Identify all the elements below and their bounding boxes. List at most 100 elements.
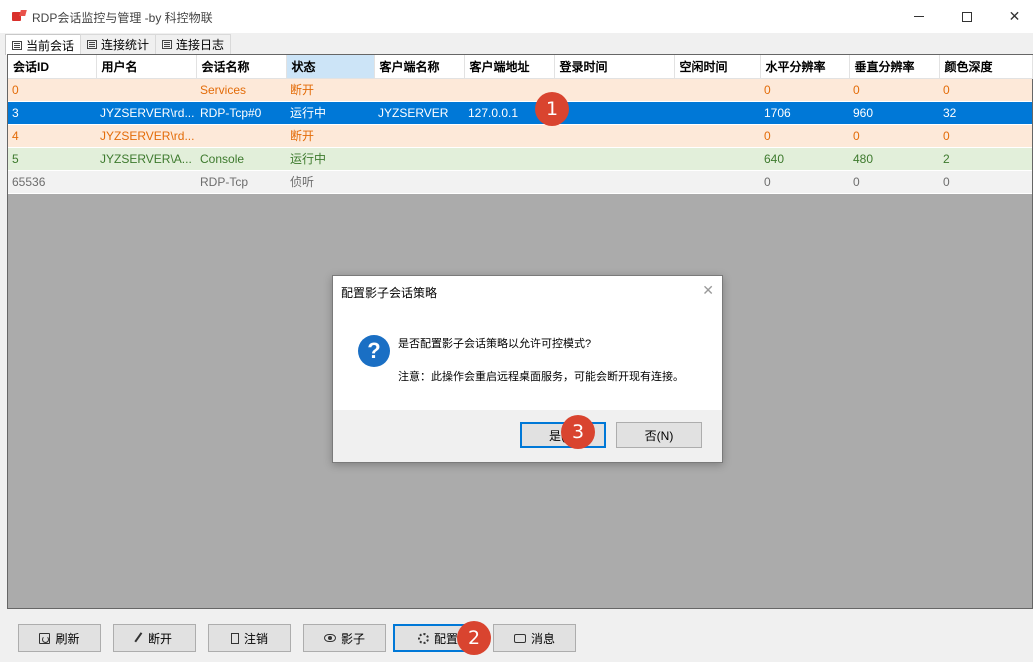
- log-icon: [162, 40, 173, 49]
- tab-label: 连接日志: [176, 38, 225, 52]
- table-cell: 3: [8, 101, 96, 125]
- table-cell: [554, 101, 674, 125]
- minimize-button[interactable]: [896, 0, 941, 33]
- table-row[interactable]: 65536 RDP-Tcp 侦听 0 0 0: [8, 170, 1032, 194]
- table-cell: 运行中: [286, 147, 374, 171]
- message-icon: [513, 633, 526, 643]
- column-header[interactable]: 客户端名称: [374, 55, 465, 79]
- table-row[interactable]: 5 JYZSERVER\A... Console 运行中 640 480 2: [8, 147, 1032, 171]
- app-logo-icon: [12, 10, 27, 21]
- column-header[interactable]: 客户端地址: [464, 55, 555, 79]
- shadow-label: 影子: [340, 631, 365, 646]
- maximize-icon: [961, 11, 972, 22]
- table-cell: 0: [939, 124, 1032, 148]
- table-cell: 侦听: [286, 170, 374, 194]
- question-icon: ?: [358, 335, 390, 367]
- table-cell: JYZSERVER\rd...: [96, 124, 196, 148]
- tab-label: 连接统计: [101, 38, 150, 52]
- table-cell: 0: [8, 78, 96, 102]
- table-cell: JYZSERVER\rd...: [96, 101, 196, 125]
- table-cell: [96, 78, 196, 102]
- step-badge-1: 1: [535, 92, 569, 126]
- gear-icon: [417, 632, 429, 644]
- refresh-button[interactable]: 刷新: [18, 624, 101, 652]
- table-cell: 断开: [286, 124, 374, 148]
- column-header[interactable]: 会话名称: [196, 55, 287, 79]
- no-button[interactable]: 否(N): [616, 422, 702, 448]
- table-cell: [674, 147, 760, 171]
- shadow-button[interactable]: 影子: [303, 624, 386, 652]
- table-cell: [554, 78, 674, 102]
- column-header[interactable]: 空闲时间: [674, 55, 761, 79]
- tab-label: 当前会话: [26, 38, 75, 53]
- table-cell: 0: [760, 170, 849, 194]
- session-icon: [12, 40, 22, 50]
- table-cell: 0: [760, 124, 849, 148]
- table-cell: [374, 147, 464, 171]
- table-row[interactable]: 4 JYZSERVER\rd... 断开 0 0 0: [8, 124, 1032, 148]
- table-cell: [554, 147, 674, 171]
- tab-strip: 当前会话 连接统计 连接日志: [5, 34, 232, 55]
- confirm-dialog: 配置影子会话策略 ✕ ? 是否配置影子会话策略以允许可控模式? 注意：此操作会重…: [332, 275, 723, 463]
- table-cell: [464, 124, 554, 148]
- table-cell: 640: [760, 147, 849, 171]
- table-cell: JYZSERVER: [374, 101, 464, 125]
- message-label: 消息: [530, 631, 555, 646]
- table-cell: [374, 170, 464, 194]
- table-cell: [96, 170, 196, 194]
- table-row[interactable]: 0 Services 断开 0 0 0: [8, 78, 1032, 102]
- table-cell: 0: [849, 124, 939, 148]
- table-cell: [554, 170, 674, 194]
- column-header[interactable]: 会话ID: [8, 55, 97, 79]
- table-cell: [464, 147, 554, 171]
- table-cell: 480: [849, 147, 939, 171]
- table-cell: RDP-Tcp: [196, 170, 286, 194]
- disconnect-icon: [134, 631, 146, 645]
- refresh-label: 刷新: [55, 631, 80, 646]
- table-cell: 5: [8, 147, 96, 171]
- table-cell: 0: [939, 170, 1032, 194]
- table-cell: [674, 124, 760, 148]
- logoff-button[interactable]: 注销: [208, 624, 291, 652]
- column-header[interactable]: 垂直分辨率: [849, 55, 940, 79]
- table-cell: 0: [760, 78, 849, 102]
- dialog-question: 是否配置影子会话策略以允许可控模式?: [398, 338, 592, 350]
- refresh-icon: [39, 632, 51, 644]
- table-row-selected[interactable]: 3 JYZSERVER\rd... RDP-Tcp#0 运行中 JYZSERVE…: [8, 101, 1032, 125]
- close-button[interactable]: ✕: [992, 0, 1033, 33]
- table-cell: [374, 124, 464, 148]
- table-cell: 0: [849, 78, 939, 102]
- step-badge-2: 2: [457, 621, 491, 655]
- table-cell: [554, 124, 674, 148]
- message-button[interactable]: 消息: [493, 624, 576, 652]
- table-cell: 4: [8, 124, 96, 148]
- dialog-title: 配置影子会话策略: [341, 286, 438, 300]
- table-cell: 0: [939, 78, 1032, 102]
- column-header[interactable]: 状态: [286, 55, 375, 79]
- close-icon: ✕: [1008, 8, 1021, 24]
- column-header[interactable]: 用户名: [96, 55, 197, 79]
- config-label: 配置: [433, 631, 458, 646]
- tab-current-sessions[interactable]: 当前会话: [5, 34, 82, 55]
- column-header[interactable]: 颜色深度: [939, 55, 1033, 79]
- maximize-button[interactable]: [944, 0, 989, 33]
- column-header[interactable]: 水平分辨率: [760, 55, 850, 79]
- sessions-table: 会话ID 用户名 会话名称 状态 客户端名称 客户端地址 登录时间 空闲时间 水…: [8, 55, 1033, 194]
- title-bar: RDP会话监控与管理 -by 科控物联 ✕: [0, 0, 1033, 33]
- table-cell: 32: [939, 101, 1032, 125]
- table-cell: 断开: [286, 78, 374, 102]
- logoff-icon: [230, 632, 239, 644]
- chart-icon: [87, 40, 98, 49]
- table-cell: 运行中: [286, 101, 374, 125]
- table-cell: [674, 170, 760, 194]
- disconnect-label: 断开: [147, 631, 172, 646]
- dialog-close-icon[interactable]: ✕: [702, 282, 714, 299]
- table-cell: 0: [849, 170, 939, 194]
- minimize-icon: [913, 16, 924, 17]
- disconnect-button[interactable]: 断开: [113, 624, 196, 652]
- tab-connection-log[interactable]: 连接日志: [155, 34, 232, 54]
- table-cell: JYZSERVER\A...: [96, 147, 196, 171]
- logoff-label: 注销: [243, 631, 268, 646]
- tab-connection-stats[interactable]: 连接统计: [80, 34, 157, 54]
- column-header[interactable]: 登录时间: [554, 55, 675, 79]
